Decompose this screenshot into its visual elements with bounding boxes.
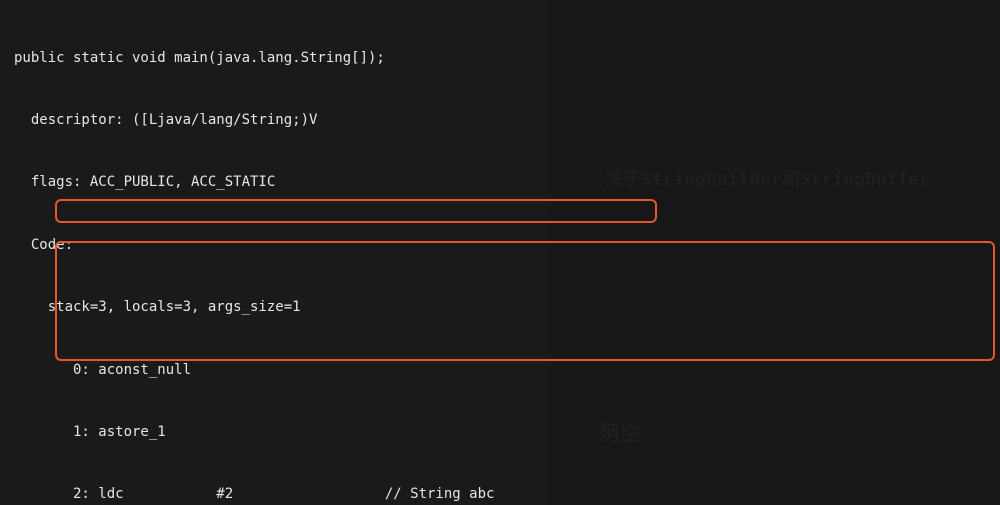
code-line: Code:	[14, 235, 1000, 256]
code-line: stack=3, locals=3, args_size=1	[14, 297, 1000, 318]
code-view: public static void main(java.lang.String…	[0, 0, 1000, 505]
code-line: descriptor: ([Ljava/lang/String;)V	[14, 110, 1000, 131]
code-line: public static void main(java.lang.String…	[14, 48, 1000, 69]
code-line: 2: ldc #2 // String abc	[14, 484, 1000, 505]
code-line: 0: aconst_null	[14, 360, 1000, 381]
code-line: 1: astore_1	[14, 422, 1000, 443]
code-line: flags: ACC_PUBLIC, ACC_STATIC	[14, 172, 1000, 193]
